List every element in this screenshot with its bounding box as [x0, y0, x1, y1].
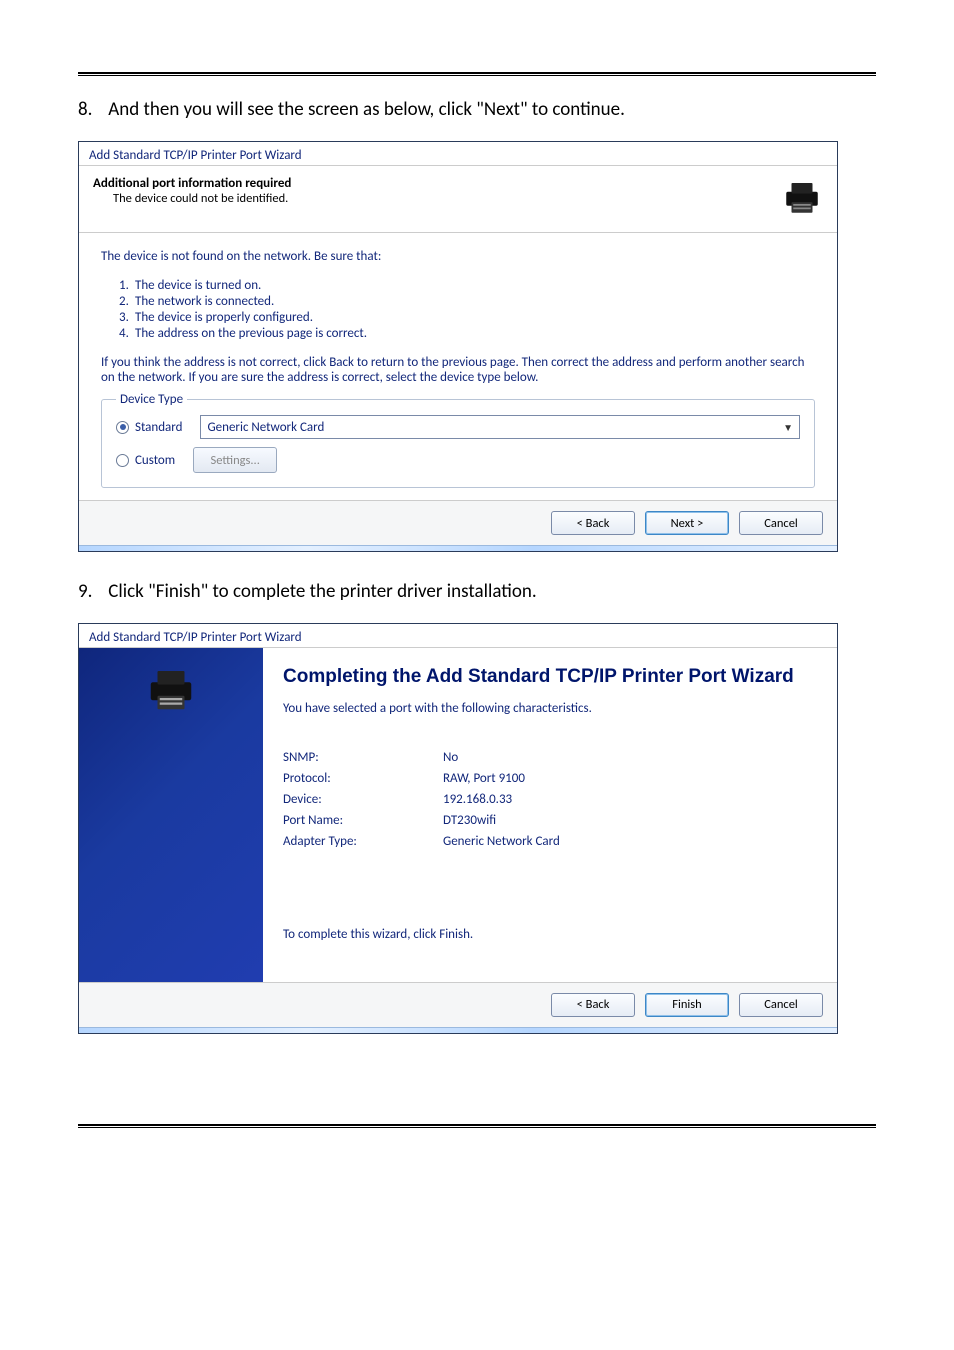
instruction-step-8: 8. And then you will see the screen as b… [78, 98, 876, 121]
device-type-combo[interactable]: Generic Network Card ▼ [200, 415, 800, 439]
kv-key: Device: [283, 792, 443, 807]
printer-icon [781, 176, 823, 218]
header-subtitle: The device could not be identified. [93, 191, 291, 206]
radio-label-text: Standard [135, 420, 182, 435]
checklist: 1.The device is turned on. 2.The network… [101, 278, 815, 341]
radio-icon [116, 421, 129, 434]
cancel-button[interactable]: Cancel [739, 993, 823, 1017]
dialog-title: Add Standard TCP/IP Printer Port Wizard [79, 142, 837, 166]
chevron-down-icon: ▼ [783, 421, 793, 434]
table-row: SNMP:No [283, 750, 813, 765]
kv-key: Protocol: [283, 771, 443, 786]
radio-row-standard: Standard Generic Network Card ▼ [116, 415, 800, 439]
dialog-body: The device is not found on the network. … [79, 233, 837, 500]
dialog-bottom-border [79, 545, 837, 551]
step-text: And then you will see the screen as belo… [108, 98, 625, 121]
port-characteristics: SNMP:No Protocol:RAW, Port 9100 Device:1… [283, 750, 813, 849]
list-item: 1.The device is turned on. [119, 278, 815, 293]
radio-icon [116, 454, 129, 467]
instruction-step-9: 9. Click "Finish" to complete the printe… [78, 580, 876, 603]
table-row: Protocol:RAW, Port 9100 [283, 771, 813, 786]
port-wizard-additional-info-dialog: Add Standard TCP/IP Printer Port Wizard … [78, 141, 838, 552]
dialog-footer: < Back Next > Cancel [79, 500, 837, 545]
step-number: 9. [78, 580, 104, 603]
page-rule-bottom [78, 1124, 876, 1128]
port-wizard-completing-dialog: Add Standard TCP/IP Printer Port Wizard … [78, 623, 838, 1034]
dialog-body: Completing the Add Standard TCP/IP Print… [79, 648, 837, 982]
kv-key: SNMP: [283, 750, 443, 765]
radio-row-custom: Custom Settings... [116, 447, 800, 473]
completing-heading: Completing the Add Standard TCP/IP Print… [283, 666, 813, 689]
finish-button[interactable]: Finish [645, 993, 729, 1017]
kv-value: No [443, 750, 458, 765]
settings-button[interactable]: Settings... [193, 447, 277, 473]
dialog-header: Additional port information required The… [79, 166, 837, 233]
body-instruction: If you think the address is not correct,… [101, 355, 815, 385]
table-row: Adapter Type:Generic Network Card [283, 834, 813, 849]
list-item: 3.The device is properly configured. [119, 310, 815, 325]
table-row: Device:192.168.0.33 [283, 792, 813, 807]
completing-subtitle: You have selected a port with the follow… [283, 701, 813, 716]
list-item: 4.The address on the previous page is co… [119, 326, 815, 341]
device-type-group: Device Type Standard Generic Network Car… [101, 399, 815, 488]
back-button[interactable]: < Back [551, 511, 635, 535]
header-title: Additional port information required [93, 176, 291, 191]
back-button[interactable]: < Back [551, 993, 635, 1017]
dialog-title: Add Standard TCP/IP Printer Port Wizard [79, 624, 837, 648]
combo-value: Generic Network Card [207, 420, 324, 435]
page-rule-top [78, 72, 876, 76]
printer-icon [144, 662, 198, 716]
list-item: 2.The network is connected. [119, 294, 815, 309]
kv-key: Port Name: [283, 813, 443, 828]
kv-value: DT230wifi [443, 813, 496, 828]
kv-value: RAW, Port 9100 [443, 771, 525, 786]
kv-value: 192.168.0.33 [443, 792, 512, 807]
radio-standard[interactable]: Standard [116, 420, 182, 435]
kv-key: Adapter Type: [283, 834, 443, 849]
step-text: Click "Finish" to complete the printer d… [108, 580, 536, 603]
table-row: Port Name:DT230wifi [283, 813, 813, 828]
step-number: 8. [78, 98, 104, 121]
radio-custom[interactable]: Custom [116, 453, 175, 468]
radio-label-text: Custom [135, 453, 175, 468]
dialog-footer: < Back Finish Cancel [79, 982, 837, 1027]
body-intro: The device is not found on the network. … [101, 249, 815, 264]
kv-value: Generic Network Card [443, 834, 560, 849]
dialog-bottom-border [79, 1027, 837, 1033]
completing-foot: To complete this wizard, click Finish. [283, 927, 813, 942]
next-button[interactable]: Next > [645, 511, 729, 535]
wizard-side-art [79, 648, 263, 982]
cancel-button[interactable]: Cancel [739, 511, 823, 535]
group-legend: Device Type [116, 392, 187, 407]
